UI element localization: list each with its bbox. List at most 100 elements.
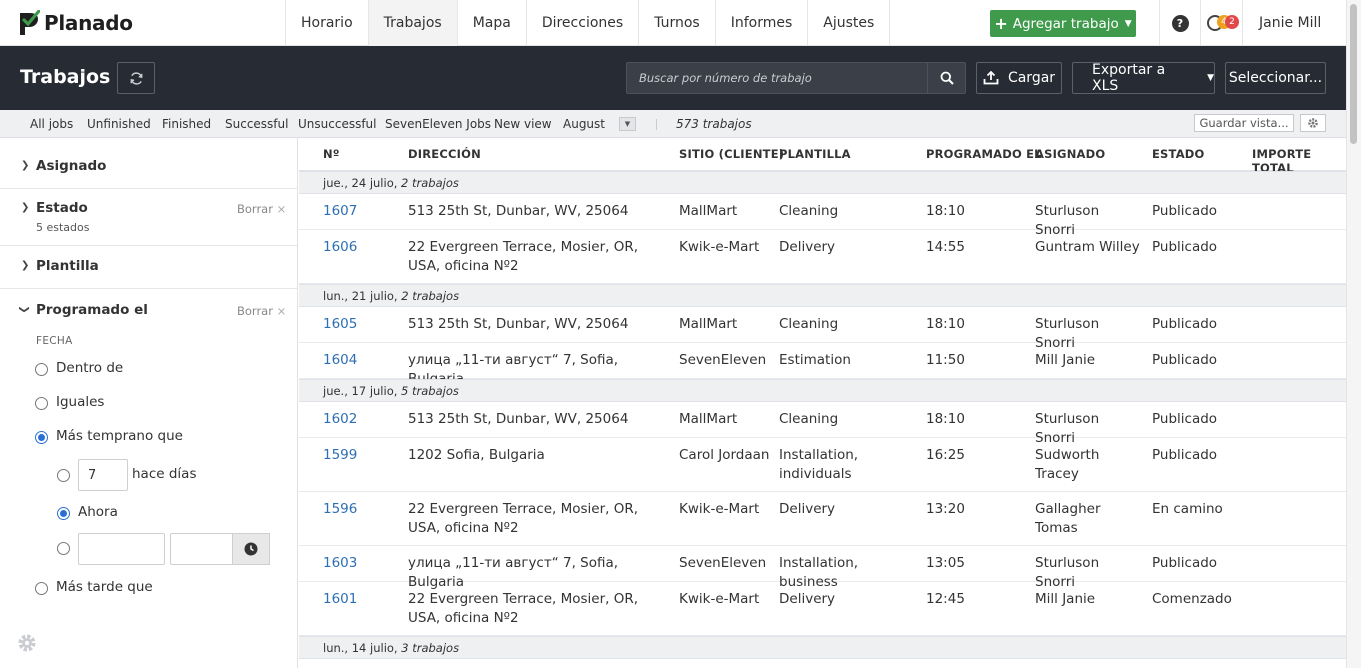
days-ago-label: hace días: [132, 466, 197, 482]
radio-later-than[interactable]: [35, 582, 48, 595]
job-site: MallMart: [679, 203, 738, 219]
view-tab-unsuccessful[interactable]: Unsuccessful: [298, 117, 377, 131]
clear-scheduled-button[interactable]: Borrar ×: [237, 304, 286, 318]
job-number-link[interactable]: 1604: [323, 351, 393, 370]
caret-down-icon: ▼: [1124, 18, 1132, 29]
job-template: Cleaning: [779, 411, 839, 427]
column-header-assigned[interactable]: ASIGNADO: [1035, 147, 1105, 161]
table-row[interactable]: 1607 513 25th St, Dunbar, WV, 25064 MallMa…: [299, 194, 1346, 238]
gear-icon: [1308, 118, 1318, 128]
view-tab-all-jobs[interactable]: All jobs: [30, 117, 73, 131]
job-number-link[interactable]: 1596: [323, 500, 393, 519]
search-button[interactable]: [927, 63, 965, 93]
job-address: 513 25th St, Dunbar, WV, 25064: [408, 203, 629, 219]
chevron-right-icon: ❯: [21, 202, 30, 213]
nav-direcciones[interactable]: Direcciones: [525, 0, 638, 46]
job-site: Kwik-e-Mart: [679, 591, 760, 607]
table-row[interactable]: 1605 513 25th St, Dunbar, WV, 25064 MallMa…: [299, 307, 1346, 351]
close-icon: ×: [276, 304, 287, 318]
save-view-button[interactable]: Guardar vista...: [1194, 114, 1294, 132]
days-ago-input[interactable]: 7: [78, 459, 128, 491]
nav-trabajos[interactable]: Trabajos: [367, 0, 457, 46]
table-row[interactable]: 1596 22 Evergreen Terrace, Mosier, OR, US…: [299, 492, 1346, 546]
nav-informes[interactable]: Informes: [714, 0, 808, 46]
job-status: Publicado: [1152, 239, 1218, 255]
view-settings-button[interactable]: [1300, 114, 1326, 132]
job-address: 513 25th St, Dunbar, WV, 25064: [408, 316, 629, 332]
nav-horario[interactable]: Horario: [285, 0, 368, 46]
job-number-link[interactable]: 1599: [323, 446, 393, 465]
job-scheduled-time: 18:10: [926, 203, 965, 219]
group-count: 2 trabajos: [397, 176, 459, 190]
view-tab-unfinished[interactable]: Unfinished: [87, 117, 151, 131]
job-template: Delivery: [779, 239, 836, 255]
view-tab-august[interactable]: August: [563, 117, 605, 131]
column-header-number[interactable]: Nº: [323, 147, 340, 161]
view-tab-seveneleven-jobs[interactable]: SevenEleven Jobs: [385, 117, 491, 131]
job-status: Publicado: [1152, 316, 1218, 332]
column-header-site[interactable]: SITIO (CLIENTE): [679, 147, 784, 161]
view-tab-finished[interactable]: Finished: [162, 117, 211, 131]
column-header-template[interactable]: PLANTILLA: [779, 147, 851, 161]
job-number-link[interactable]: 1603: [323, 554, 393, 573]
radio-now[interactable]: [57, 507, 70, 520]
radio-equals[interactable]: [35, 397, 48, 410]
scrollbar-thumb[interactable]: [1350, 4, 1357, 144]
refresh-button[interactable]: [117, 62, 155, 94]
radio-now-label: Ahora: [78, 504, 118, 520]
job-status: Publicado: [1152, 447, 1218, 463]
brand-logo[interactable]: Planado: [18, 9, 133, 37]
notifications-button[interactable]: 4 2: [1200, 0, 1242, 46]
add-job-button[interactable]: + Agregar trabajo ▼: [990, 10, 1136, 37]
date-group-label: jue., 17 julio, 5 trabajos: [323, 384, 459, 398]
filter-assigned-title: Asignado: [36, 158, 107, 174]
table-row[interactable]: 1604улица „11-ти август“ 7, Sofia, Bulga…: [299, 343, 1346, 387]
group-count: 5 trabajos: [397, 384, 459, 398]
group-count: 2 trabajos: [397, 289, 460, 303]
table-row[interactable]: 1601 22 Evergreen Terrace, Mosier, OR, US…: [299, 582, 1346, 636]
filters-sidebar: ❯ Asignado ❯ Estado Borrar × 5 estados ❯…: [0, 138, 298, 668]
view-tab-successful[interactable]: Successful: [225, 117, 288, 131]
table-row[interactable]: 1603 улица „11-ти август“ 7, Sofia, Bulga…: [299, 546, 1346, 590]
page-title: Trabajos: [20, 66, 111, 88]
column-header-address[interactable]: DIRECCIÓN: [408, 147, 481, 161]
job-number-link[interactable]: 1602: [323, 410, 393, 429]
time-picker-button[interactable]: [232, 533, 270, 565]
nav-mapa[interactable]: Mapa: [456, 0, 526, 46]
job-number-link[interactable]: 1607: [323, 202, 393, 221]
table-row[interactable]: 1599 1202 Sofia, Bulgaria Carol Jordaan Ins…: [299, 438, 1346, 492]
views-dropdown-icon[interactable]: ▼: [619, 117, 636, 131]
job-number-link[interactable]: 1605: [323, 315, 393, 334]
plus-icon: +: [994, 14, 1008, 33]
select-button[interactable]: Seleccionar...: [1225, 62, 1326, 94]
job-number-link[interactable]: 1601: [323, 590, 393, 609]
radio-earlier-than[interactable]: [35, 431, 48, 444]
job-status: En camino: [1152, 501, 1223, 517]
column-header-scheduled[interactable]: PROGRAMADO EL: [926, 147, 1042, 161]
export-xls-button[interactable]: Exportar a XLS ▼: [1072, 62, 1215, 94]
nav-turnos[interactable]: Turnos: [638, 0, 715, 46]
clear-status-button[interactable]: Borrar ×: [237, 202, 286, 216]
chevron-right-icon: ❯: [21, 160, 30, 171]
job-search: [626, 62, 966, 94]
upload-button[interactable]: Cargar: [976, 62, 1062, 94]
column-header-status[interactable]: ESTADO: [1152, 147, 1205, 161]
filter-status-summary: 5 estados: [36, 221, 90, 234]
nav-ajustes[interactable]: Ajustes: [807, 0, 891, 46]
radio-days-ago[interactable]: [57, 469, 70, 482]
user-menu[interactable]: Janie Mill: [1242, 0, 1337, 46]
radio-within[interactable]: [35, 363, 48, 376]
view-tab-new-view[interactable]: New view: [494, 117, 552, 131]
job-number-link[interactable]: 1606: [323, 238, 393, 257]
sidebar-settings-gear-icon[interactable]: [17, 633, 37, 653]
radio-custom-date[interactable]: [57, 542, 70, 555]
job-scheduled-time: 13:20: [926, 501, 965, 517]
table-row[interactable]: 1602 513 25th St, Dunbar, WV, 25064 MallMa…: [299, 402, 1346, 446]
job-status: Publicado: [1152, 352, 1218, 368]
custom-time-input[interactable]: [170, 533, 233, 565]
help-button[interactable]: ?: [1159, 0, 1200, 46]
custom-date-input[interactable]: [78, 533, 165, 565]
top-right-area: ? 4 2 Janie Mill: [1159, 0, 1337, 46]
job-search-input[interactable]: [627, 63, 927, 93]
table-row[interactable]: 1606 22 Evergreen Terrace, Mosier, OR, US…: [299, 230, 1346, 284]
